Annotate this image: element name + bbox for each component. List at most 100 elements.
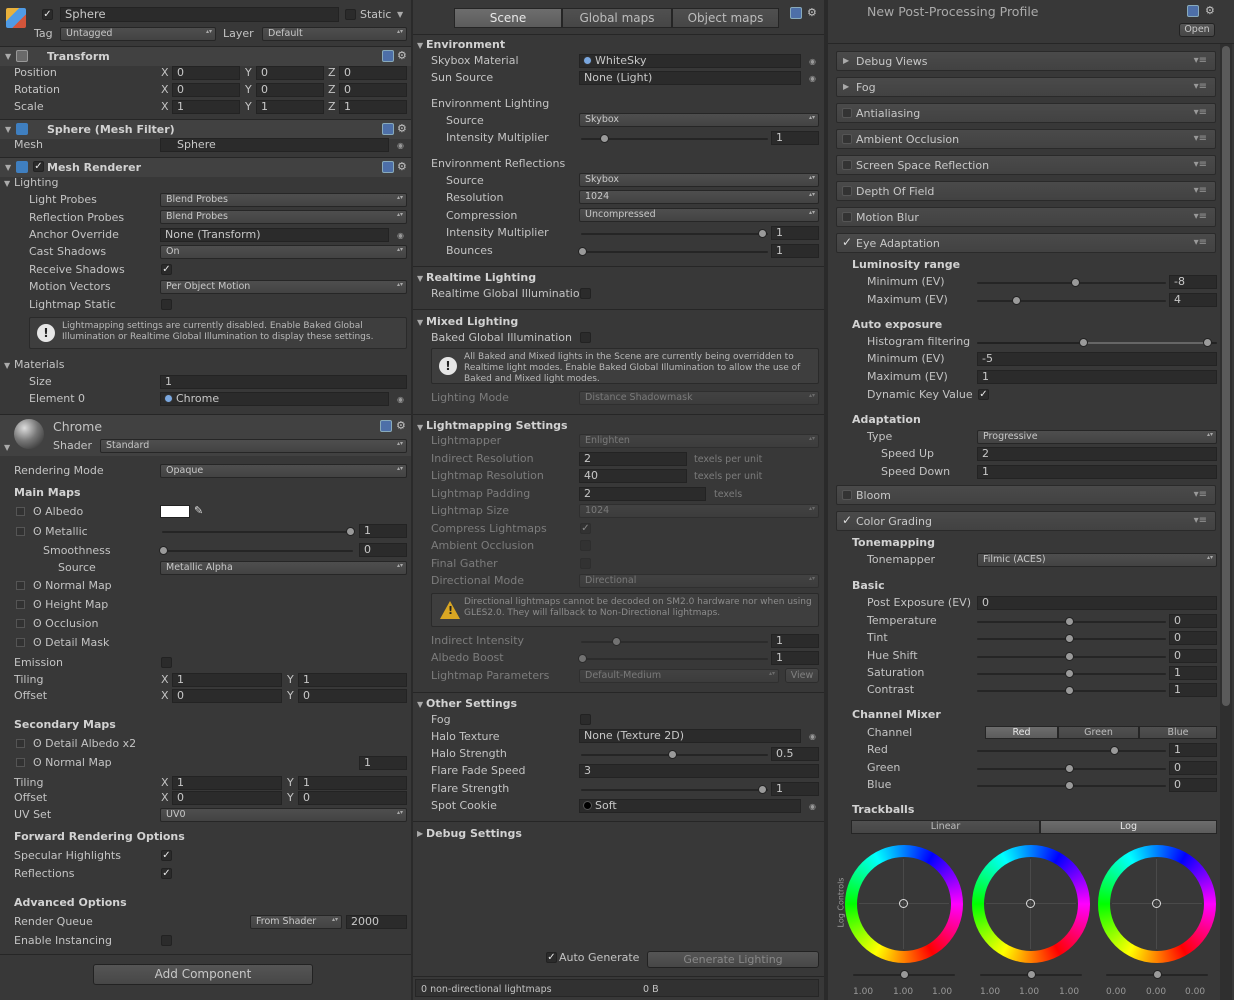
tab-object-maps[interactable]: Object maps [672, 8, 779, 28]
lum-min-slider[interactable] [977, 278, 1166, 287]
realtime-gi-checkbox[interactable] [580, 288, 591, 299]
tint-value[interactable]: 0 [1169, 631, 1217, 645]
temperature-value[interactable]: 0 [1169, 614, 1217, 628]
height-map-slot[interactable] [16, 600, 25, 609]
tiling2-y[interactable]: 1 [298, 776, 407, 790]
smoothness-value[interactable]: 0 [359, 543, 407, 557]
help-icon[interactable] [382, 161, 394, 173]
effect-fog[interactable]: ▶ Fog ▾≡ [836, 77, 1216, 97]
receive-shadows-checkbox[interactable] [161, 264, 172, 275]
slider-knob[interactable] [1153, 970, 1162, 979]
bounces-value[interactable]: 1 [771, 244, 819, 258]
tag-dropdown[interactable]: Untagged [60, 27, 216, 41]
lum-min-value[interactable]: -8 [1169, 275, 1217, 289]
menu-icon[interactable]: ▾≡ [1194, 55, 1207, 66]
slider-knob[interactable] [159, 546, 168, 555]
scrollbar[interactable] [1220, 44, 1232, 1000]
realtime-foldout-icon[interactable]: ▼ [417, 274, 423, 283]
lightmap-padding-field[interactable]: 2 [579, 487, 706, 501]
slider-knob[interactable] [1065, 764, 1074, 773]
object-name-field[interactable]: Sphere [60, 7, 339, 22]
resolution-dropdown[interactable]: 1024 [579, 190, 819, 204]
expand-icon[interactable]: ▼ [5, 125, 11, 134]
detail-albedo-slot[interactable] [16, 739, 25, 748]
slider-knob[interactable] [578, 654, 587, 663]
contrast-value[interactable]: 1 [1169, 683, 1217, 697]
effect-toggle[interactable] [842, 212, 852, 222]
slider-knob[interactable] [1065, 686, 1074, 695]
object-picker-icon[interactable]: ◉ [809, 54, 816, 69]
rotation-x[interactable]: 0 [172, 83, 240, 97]
offset-y[interactable]: 0 [298, 689, 407, 703]
tint-slider[interactable] [977, 634, 1166, 643]
expand-icon[interactable]: ▶ [843, 56, 849, 65]
tiling-x[interactable]: 1 [172, 673, 282, 687]
static-dropdown-icon[interactable]: ▼ [397, 10, 403, 19]
slider-knob[interactable] [1079, 338, 1088, 347]
mixed-foldout-icon[interactable]: ▼ [417, 318, 423, 327]
red-slider[interactable] [977, 746, 1166, 755]
albedo-texture-slot[interactable] [16, 507, 25, 516]
slider-knob[interactable] [1027, 970, 1036, 979]
mesh-renderer-enabled-checkbox[interactable] [33, 161, 44, 172]
histogram-filtering-slider[interactable] [977, 338, 1217, 347]
env-source-dropdown[interactable]: Skybox [579, 113, 819, 127]
generate-lighting-button[interactable]: Generate Lighting [647, 951, 819, 968]
offset2-x[interactable]: 0 [172, 791, 282, 805]
effect-toggle[interactable] [842, 108, 852, 118]
lum-max-value[interactable]: 4 [1169, 293, 1217, 307]
environment-foldout-icon[interactable]: ▼ [417, 41, 423, 50]
gear-icon[interactable]: ⚙ [397, 48, 407, 63]
menu-icon[interactable]: ▾≡ [1194, 515, 1207, 526]
trackball-gamma[interactable] [972, 845, 1090, 963]
indirect-intensity-slider[interactable] [581, 637, 768, 646]
lightmapping-foldout-icon[interactable]: ▼ [417, 423, 423, 432]
gear-icon[interactable]: ⚙ [397, 121, 407, 136]
source-dropdown[interactable]: Metallic Alpha [160, 561, 407, 575]
metallic-value[interactable]: 1 [359, 524, 407, 538]
expand-icon[interactable]: ▼ [4, 443, 10, 452]
cast-shadows-dropdown[interactable]: On [160, 245, 407, 259]
effect-toggle[interactable] [842, 186, 852, 196]
post-exposure-field[interactable]: 0 [977, 596, 1217, 610]
gear-icon[interactable]: ⚙ [1205, 3, 1215, 18]
reflections-checkbox[interactable] [161, 868, 172, 879]
expand-icon[interactable]: ▼ [5, 163, 11, 172]
slider-knob[interactable] [1203, 338, 1212, 347]
gear-icon[interactable]: ⚙ [807, 5, 817, 20]
view-button[interactable]: View [785, 668, 819, 683]
lift-slider[interactable] [853, 970, 955, 979]
baked-gi-checkbox[interactable] [580, 332, 591, 343]
expand-icon[interactable]: ▼ [5, 52, 11, 61]
saturation-slider[interactable] [977, 669, 1166, 678]
uv-set-dropdown[interactable]: UV0 [160, 808, 407, 822]
directional-mode-dropdown[interactable]: Directional [579, 574, 819, 588]
slider-knob[interactable] [668, 750, 677, 759]
rendering-mode-dropdown[interactable]: Opaque [160, 464, 407, 478]
auto-generate-checkbox[interactable] [546, 952, 557, 963]
albedo-boost-value[interactable]: 1 [771, 651, 819, 665]
final-gather-checkbox[interactable] [580, 558, 591, 569]
ae-min-field[interactable]: -5 [977, 352, 1217, 366]
light-probes-dropdown[interactable]: Blend Probes [160, 193, 407, 207]
slider-knob[interactable] [346, 527, 355, 536]
slider-knob[interactable] [612, 637, 621, 646]
lighting-foldout-icon[interactable]: ▼ [4, 179, 10, 188]
slider-knob[interactable] [1065, 634, 1074, 643]
menu-icon[interactable]: ▾≡ [1194, 237, 1207, 248]
flare-fade-speed-field[interactable]: 3 [579, 764, 819, 778]
position-z[interactable]: 0 [339, 66, 407, 80]
slider-knob[interactable] [1012, 296, 1021, 305]
rotation-y[interactable]: 0 [256, 83, 324, 97]
object-picker-icon[interactable]: ◉ [809, 71, 816, 86]
green-slider[interactable] [977, 764, 1166, 773]
lum-max-slider[interactable] [977, 296, 1166, 305]
help-icon[interactable] [790, 7, 802, 19]
red-value[interactable]: 1 [1169, 743, 1217, 757]
tonemapper-dropdown[interactable]: Filmic (ACES) [977, 553, 1217, 567]
menu-icon[interactable]: ▾≡ [1194, 489, 1207, 500]
trackball-handle[interactable] [1026, 899, 1035, 908]
gain-slider[interactable] [1106, 970, 1208, 979]
normal-map-slot[interactable] [16, 581, 25, 590]
saturation-value[interactable]: 1 [1169, 666, 1217, 680]
